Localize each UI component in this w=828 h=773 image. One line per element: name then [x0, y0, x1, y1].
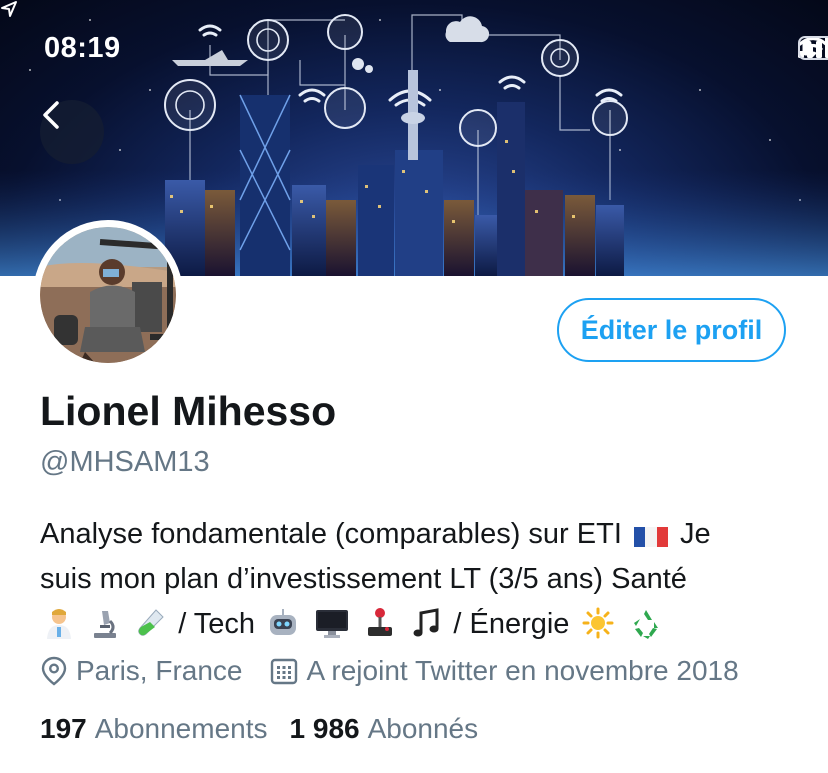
follow-stats: 197 Abonnements 1 986 Abonnés	[40, 713, 478, 745]
bio: Analyse fondamentale (comparables) sur E…	[40, 512, 810, 647]
calendar-icon	[270, 658, 297, 685]
following-link[interactable]: 197 Abonnements	[40, 713, 268, 745]
microscope-icon	[94, 611, 117, 638]
recycle-icon	[633, 610, 658, 639]
bio-line-3: / Tech / Énergie	[40, 602, 810, 647]
avatar-photo	[40, 227, 176, 363]
edit-profile-button[interactable]: Éditer le profil	[557, 298, 786, 362]
chevron-left-icon	[43, 101, 59, 129]
battery-icon	[798, 36, 828, 60]
followers-count: 1 986	[289, 713, 360, 744]
location-pin-icon	[41, 656, 67, 686]
handle: @MHSAM13	[40, 446, 210, 478]
back-button[interactable]	[40, 100, 104, 164]
location-text: Paris, France	[76, 655, 243, 686]
bio-text: / Tech	[178, 608, 256, 640]
desktop-computer-icon	[316, 610, 349, 638]
sun-icon	[582, 607, 613, 639]
join-date: A rejoint Twitter en novembre 2018	[269, 655, 739, 687]
following-label: Abonnements	[94, 713, 268, 744]
following-count: 197	[40, 713, 87, 744]
location: Paris, France	[40, 655, 243, 687]
joystick-icon	[368, 608, 393, 636]
join-date-text: A rejoint Twitter en novembre 2018	[306, 655, 739, 686]
france-flag-icon	[633, 527, 668, 547]
bio-line-1: Analyse fondamentale (comparables) sur E…	[40, 512, 810, 557]
followers-link[interactable]: 1 986 Abonnés	[290, 713, 479, 745]
test-tube-icon	[138, 609, 164, 636]
profile-meta: Paris, France A rejoint Twitter en novem…	[40, 655, 739, 687]
bio-text: Je	[680, 518, 711, 550]
music-note-icon	[413, 608, 439, 637]
robot-icon	[270, 609, 297, 635]
bio-line-2: suis mon plan d’investissement LT (3/5 a…	[40, 563, 687, 595]
display-name: Lionel Mihesso	[40, 388, 337, 434]
followers-label: Abonnés	[367, 713, 479, 744]
health-worker-icon	[47, 609, 71, 639]
avatar[interactable]	[33, 220, 183, 370]
location-arrow-icon	[1, 1, 17, 17]
status-time: 08:19	[44, 32, 121, 64]
bio-text: Analyse fondamentale (comparables) sur E…	[40, 518, 622, 550]
bio-text: / Énergie	[453, 608, 570, 640]
profile-screen: 08:19 Éditer le profil Lionel Mihesso @M…	[0, 0, 828, 773]
